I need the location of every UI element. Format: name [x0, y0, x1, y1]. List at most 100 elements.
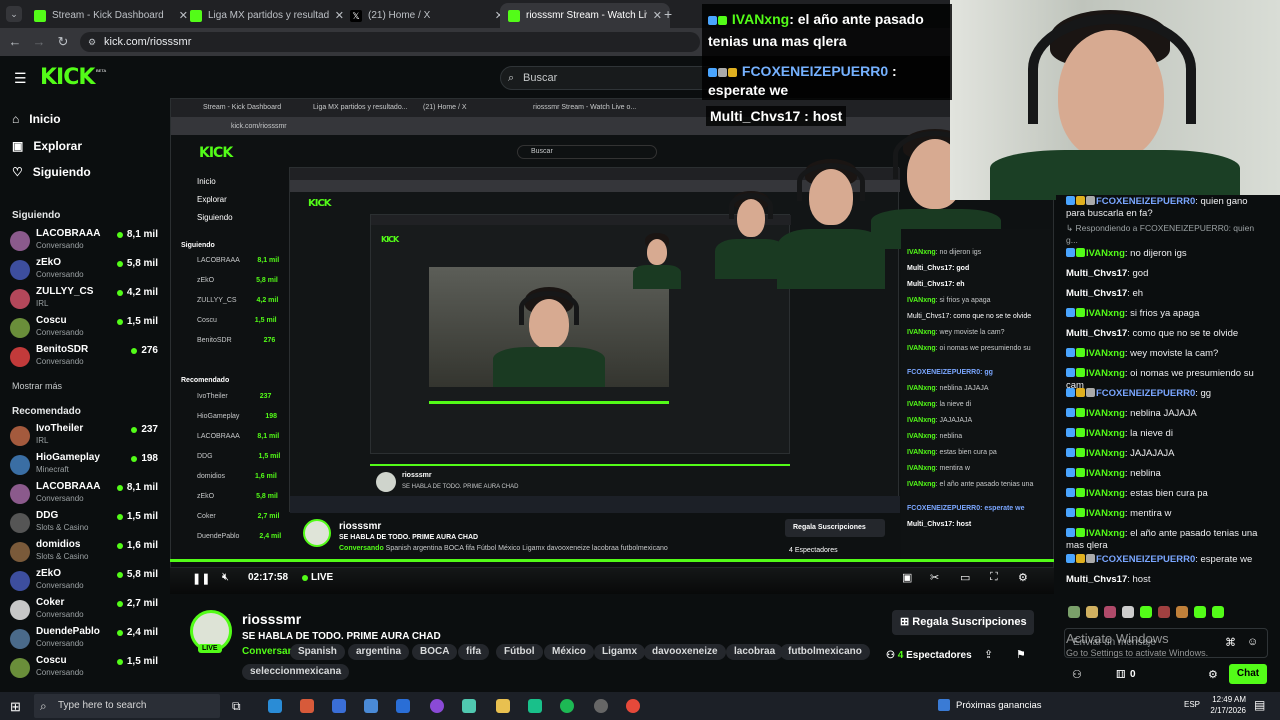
report-icon[interactable]: ⚑: [1016, 648, 1026, 661]
new-tab-button[interactable]: +: [664, 6, 672, 22]
chat-username[interactable]: IVANxng: [1086, 508, 1125, 519]
video-player[interactable]: Stream - Kick Dashboard Liga MX partidos…: [170, 98, 1054, 594]
vscode-icon[interactable]: [396, 699, 410, 713]
chrome-icon[interactable]: [626, 699, 640, 713]
news-icon[interactable]: [938, 699, 950, 711]
weather-widget[interactable]: Próximas ganancias: [956, 700, 1042, 711]
chat-username[interactable]: FCOXENEIZEPUERR0: [1096, 554, 1195, 565]
forward-icon[interactable]: →: [30, 33, 48, 51]
nav-inicio[interactable]: ⌂ Inicio: [12, 109, 61, 129]
language-indicator[interactable]: ESP: [1184, 700, 1200, 709]
streamer-name[interactable]: riosssmr: [242, 611, 301, 627]
chat-username[interactable]: IVANxng: [1086, 408, 1125, 419]
kick-logo[interactable]: KICK: [40, 65, 95, 90]
windows-start-icon[interactable]: ⊞: [10, 699, 21, 715]
notification-icon[interactable]: ▤: [1254, 698, 1265, 712]
mute-icon[interactable]: 🔇︎: [222, 571, 229, 584]
chat-username[interactable]: Multi_Chvs17: [1066, 574, 1127, 585]
back-icon[interactable]: ←: [6, 33, 24, 51]
recommended-channel[interactable]: Coscu Conversando 1,5 mil: [10, 655, 160, 683]
recommended-channel[interactable]: HioGameplay Minecraft 198: [10, 452, 160, 480]
clock-date[interactable]: 2/17/2026: [1204, 706, 1246, 715]
share-icon[interactable]: ⇪: [984, 648, 993, 661]
nav-explorar[interactable]: ▣ Explorar: [12, 136, 82, 156]
users-icon[interactable]: ⚇: [1072, 668, 1082, 681]
chat-username[interactable]: IVANxng: [1086, 428, 1125, 439]
gift-subs-button[interactable]: ⊞ Regala Suscripciones: [892, 610, 1034, 635]
chat-username[interactable]: IVANxng: [1086, 448, 1125, 459]
recommended-channel[interactable]: IvoTheiler IRL 237: [10, 423, 160, 451]
clock-time[interactable]: 12:49 AM: [1206, 695, 1246, 704]
chat-username[interactable]: IVANxng: [1086, 468, 1125, 479]
tab-kick-dashboard[interactable]: Stream - Kick Dashboard ✕: [26, 3, 196, 28]
command-icon[interactable]: ⌘: [1225, 636, 1236, 649]
chat-username[interactable]: FCOXENEIZEPUERR0: [1096, 196, 1195, 207]
mini-player-icon[interactable]: ▣: [902, 571, 912, 584]
github-icon[interactable]: [594, 699, 608, 713]
site-info-icon[interactable]: ⚙: [88, 32, 96, 52]
show-more-link[interactable]: Mostrar más: [12, 381, 62, 391]
recommended-channel[interactable]: Coker Conversando 2,7 mil: [10, 597, 160, 625]
following-channel[interactable]: ZULLYY_CS IRL 4,2 mil: [10, 286, 160, 314]
outlook-icon[interactable]: [332, 699, 346, 713]
recommended-channel[interactable]: LACOBRAAA Conversando 8,1 mil: [10, 481, 160, 509]
chat-username[interactable]: IVANxng: [1086, 248, 1125, 259]
menu-icon[interactable]: ☰: [14, 70, 27, 87]
tag[interactable]: Spanish: [290, 644, 345, 660]
tag[interactable]: lacobraa: [726, 644, 784, 660]
emoji-icon[interactable]: ☺: [1247, 636, 1258, 648]
copilot-icon[interactable]: [300, 699, 314, 713]
tab-search-button[interactable]: ⌄: [6, 6, 22, 22]
notepad-icon[interactable]: [462, 699, 476, 713]
following-channel[interactable]: BenitoSDR Conversando 276: [10, 344, 160, 372]
following-channel[interactable]: LACOBRAAA Conversando 8,1 mil: [10, 228, 160, 256]
nav-siguiendo[interactable]: ♡ Siguiendo: [12, 162, 91, 182]
edge-icon[interactable]: [268, 699, 282, 713]
chat-send-button[interactable]: Chat: [1229, 664, 1267, 684]
settings-icon[interactable]: ⚙: [1018, 571, 1028, 584]
clip-icon[interactable]: ✂: [930, 571, 939, 584]
tag[interactable]: davooxeneize: [644, 644, 726, 660]
reload-icon[interactable]: ↻: [54, 33, 72, 51]
recommended-channel[interactable]: DDG Slots & Casino 1,5 mil: [10, 510, 160, 538]
chat-username[interactable]: FCOXENEIZEPUERR0: [1096, 388, 1195, 399]
recommended-channel[interactable]: domidios Slots & Casino 1,6 mil: [10, 539, 160, 567]
tag[interactable]: seleccionmexicana: [242, 664, 350, 680]
tag[interactable]: Ligamx: [594, 644, 646, 660]
task-view-icon[interactable]: ⧉: [232, 699, 241, 714]
close-icon[interactable]: ✕: [653, 9, 662, 22]
tag[interactable]: BOCA: [412, 644, 458, 660]
tab-x-home[interactable]: 𝕏 (21) Home / X✕: [342, 3, 512, 28]
recommended-channel[interactable]: DuendePablo Conversando 2,4 mil: [10, 626, 160, 654]
gift-icon[interactable]: ⚅: [1116, 668, 1126, 681]
app-icon[interactable]: [528, 699, 542, 713]
obs-icon[interactable]: [430, 699, 444, 713]
tab-riosssmr-stream[interactable]: riosssmr Stream - Watch Live o✕: [500, 3, 670, 28]
spotify-icon[interactable]: [560, 699, 574, 713]
chat-username[interactable]: Multi_Chvs17: [1066, 328, 1127, 339]
store-icon[interactable]: [364, 699, 378, 713]
taskbar-search[interactable]: ⌕ Type here to search: [34, 694, 220, 718]
fullscreen-icon[interactable]: ⛶: [990, 571, 998, 584]
chat-username[interactable]: IVANxng: [1086, 308, 1125, 319]
tag[interactable]: México: [544, 644, 594, 660]
tag[interactable]: futbolmexicano: [780, 644, 870, 660]
search-input[interactable]: ⌕ Buscar: [500, 66, 720, 90]
theater-icon[interactable]: ▭: [960, 571, 970, 584]
chat-username[interactable]: IVANxng: [1086, 528, 1125, 539]
following-channel[interactable]: zEkO Conversando 5,8 mil: [10, 257, 160, 285]
chat-username[interactable]: Multi_Chvs17: [1066, 268, 1127, 279]
folder-icon[interactable]: [496, 699, 510, 713]
chat-username[interactable]: IVANxng: [1086, 368, 1125, 379]
chat-settings-icon[interactable]: ⚙: [1208, 668, 1218, 681]
tag[interactable]: argentina: [348, 644, 410, 660]
tag[interactable]: Fútbol: [496, 644, 543, 660]
tag[interactable]: fifa: [458, 644, 489, 660]
chat-username[interactable]: IVANxng: [1086, 348, 1125, 359]
pause-icon[interactable]: ❚❚: [192, 572, 210, 585]
following-channel[interactable]: Coscu Conversando 1,5 mil: [10, 315, 160, 343]
url-field[interactable]: ⚙ kick.com/riosssmr: [80, 32, 700, 52]
chat-username[interactable]: Multi_Chvs17: [1066, 288, 1127, 299]
tab-liga-mx[interactable]: Liga MX partidos y resultados 2✕: [182, 3, 352, 28]
chat-username[interactable]: IVANxng: [1086, 488, 1125, 499]
